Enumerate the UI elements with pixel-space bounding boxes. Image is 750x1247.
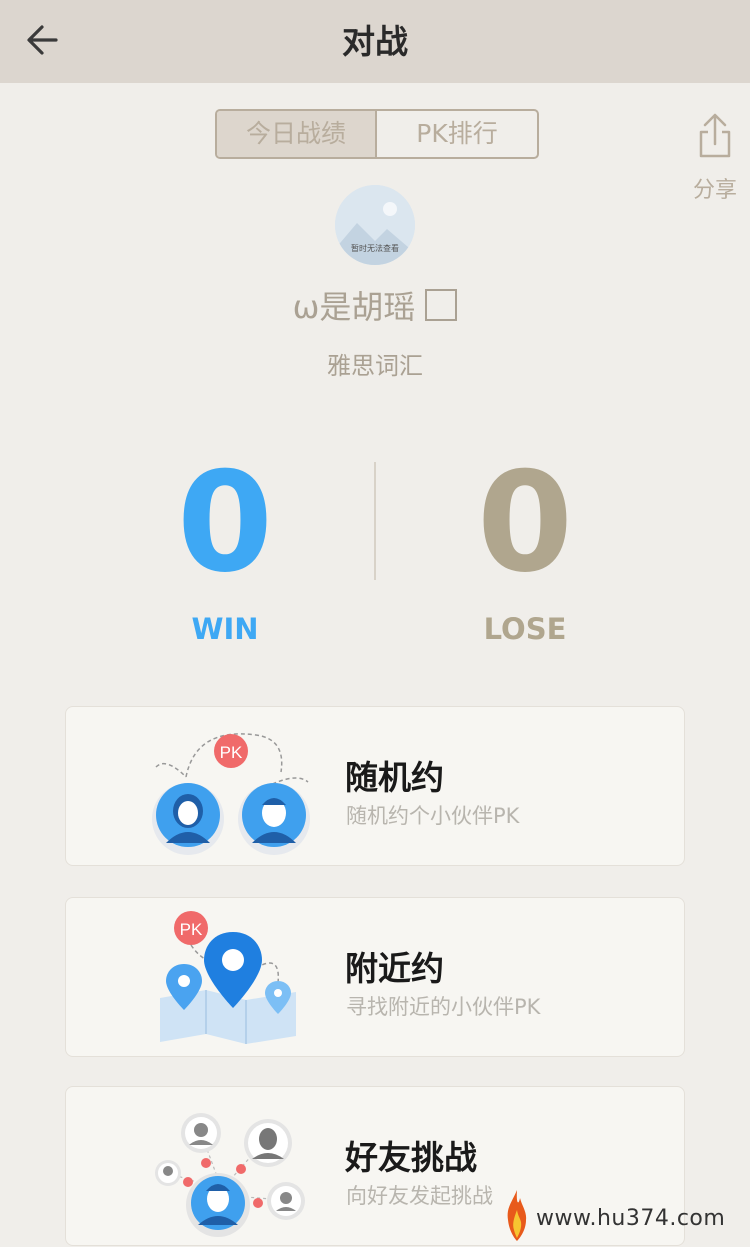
win-count: 0: [176, 442, 274, 603]
nearby-map-icon: PK: [146, 908, 316, 1048]
card-subtitle: 寻找附近的小伙伴PK: [346, 995, 541, 1019]
pk-badge-text: PK: [220, 743, 243, 762]
card-title: 好友挑战: [345, 1138, 477, 1177]
avatar-caption: 暂时无法查看: [351, 244, 399, 253]
gender-box-icon: [425, 289, 458, 321]
card-title: 附近约: [345, 949, 444, 988]
lose-count: 0: [476, 442, 574, 603]
avatar[interactable]: 暂时无法查看: [335, 185, 415, 265]
win-label: WIN: [191, 612, 259, 646]
username-text: ω是胡瑶: [292, 288, 416, 326]
random-match-icon: PK: [146, 717, 316, 857]
username: ω是胡瑶: [0, 282, 750, 328]
lose-label: LOSE: [483, 612, 567, 646]
tab-today-record[interactable]: 今日战绩: [217, 111, 377, 157]
card-subtitle: 向好友发起挑战: [346, 1184, 493, 1208]
share-button[interactable]: 分享: [686, 112, 744, 203]
card-title: 随机约: [345, 758, 444, 797]
card-subtitle: 随机约个小伙伴PK: [346, 804, 520, 828]
flame-logo-icon: [507, 1190, 527, 1241]
random-match-card[interactable]: PK 随机约 随机约个小伙伴PK: [65, 706, 685, 866]
tab-bar: 今日战绩 PK排行: [215, 109, 539, 159]
score-divider: [374, 462, 376, 580]
page-title: 对战: [342, 22, 408, 61]
subject-label: 雅思词汇: [327, 352, 423, 380]
tab-pk-ranking[interactable]: PK排行: [377, 111, 537, 157]
watermark-text: www.hu374.com: [536, 1206, 726, 1231]
watermark: www.hu374.com: [502, 1188, 742, 1243]
share-icon: [699, 113, 731, 158]
nearby-match-card[interactable]: PK 附近约 寻找附近的小伙伴PK: [65, 897, 685, 1057]
friends-challenge-icon: [146, 1097, 316, 1237]
pk-badge-text: PK: [180, 920, 203, 939]
top-bar: 对战: [0, 0, 750, 83]
share-label: 分享: [692, 178, 737, 203]
